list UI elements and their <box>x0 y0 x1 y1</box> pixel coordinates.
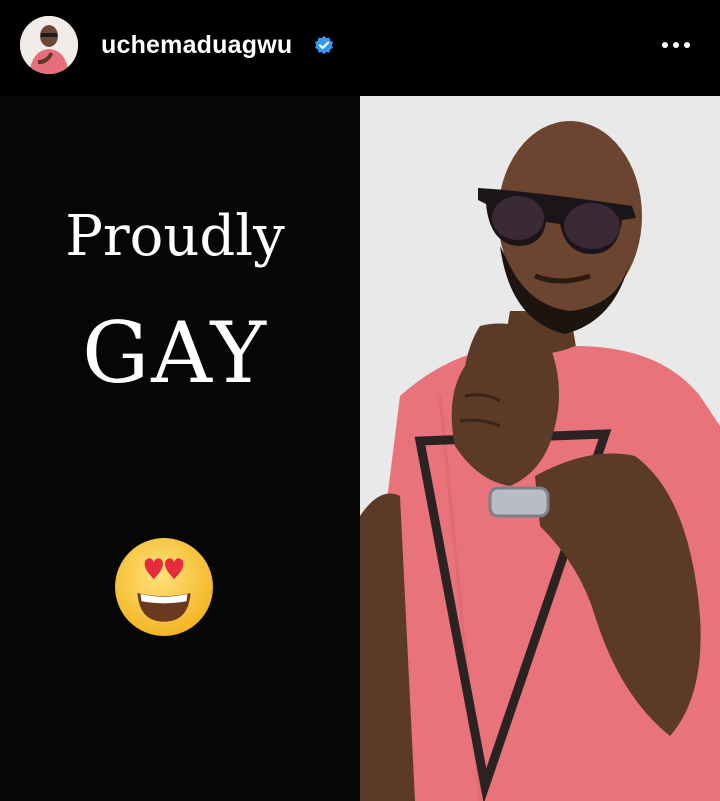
photo-panel <box>360 96 720 801</box>
more-dot <box>662 42 668 48</box>
more-dot <box>673 42 679 48</box>
verified-badge-icon <box>314 35 334 55</box>
username-link[interactable]: uchemaduagwu <box>101 31 292 60</box>
post-media[interactable]: Proudly GAY <box>0 96 720 801</box>
post-header: uchemaduagwu <box>0 0 720 96</box>
text-panel: Proudly GAY <box>0 96 360 801</box>
post-text-line1: Proudly <box>65 204 285 269</box>
profile-avatar[interactable] <box>20 16 78 74</box>
more-dot <box>684 42 690 48</box>
avatar-image <box>20 16 78 74</box>
post-text-line2: GAY <box>82 304 268 402</box>
heart-eyes-emoji <box>115 538 213 636</box>
person-photo <box>360 96 720 801</box>
more-options-icon[interactable] <box>658 30 694 60</box>
